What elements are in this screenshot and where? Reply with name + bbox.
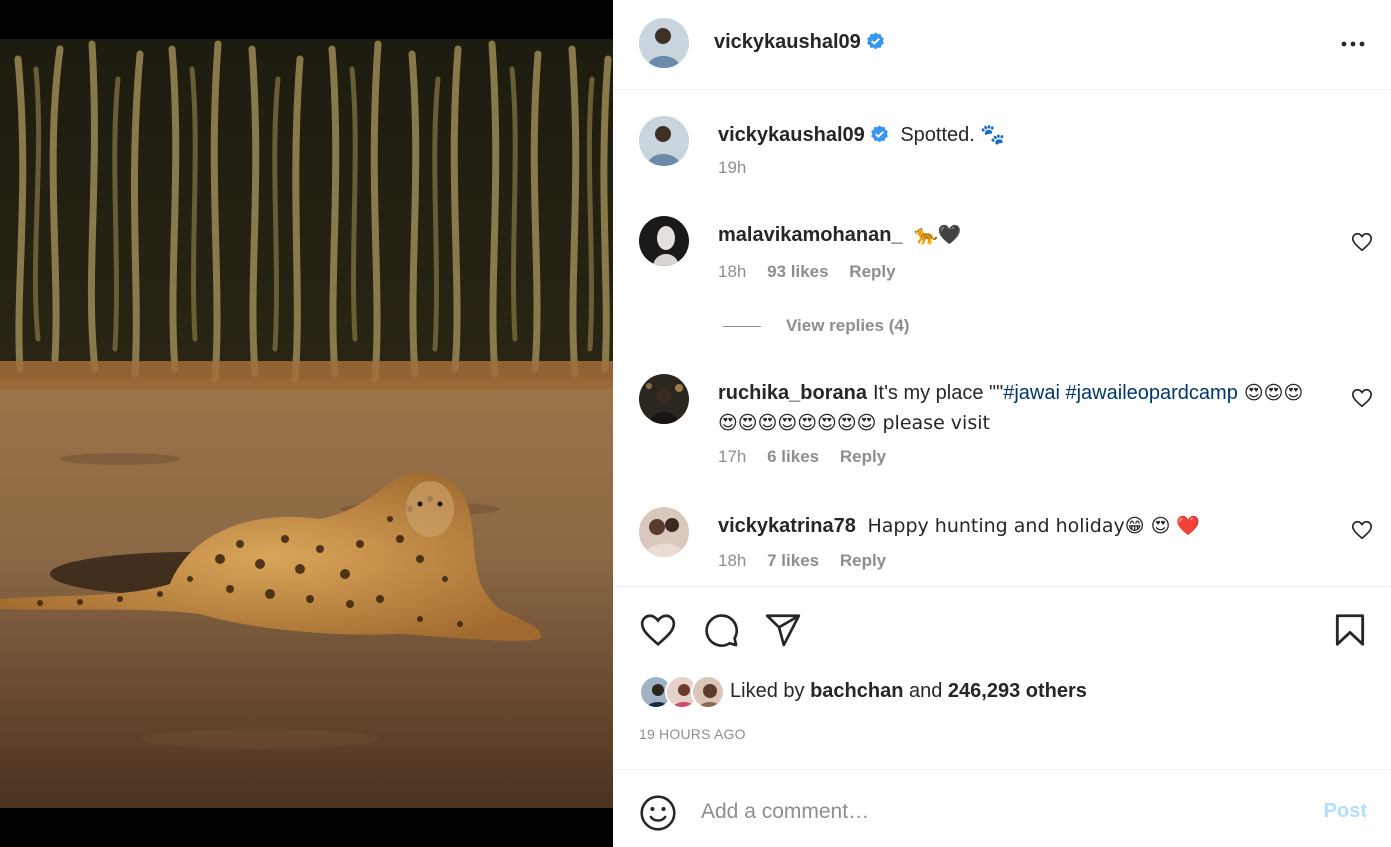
post-actions: Liked by bachchan and 246,293 others 19 … [613, 586, 1391, 769]
likes-count[interactable]: 246,293 others [948, 680, 1087, 702]
comment-meta: 18h 93 likes Reply [718, 262, 912, 282]
liker-avatar[interactable] [691, 675, 725, 709]
more-options-icon[interactable] [1339, 30, 1367, 58]
liked-by-text: Liked by bachchan and 246,293 others [730, 680, 1087, 702]
verified-badge-icon [866, 32, 884, 50]
leopard-photo-art [0, 39, 613, 808]
comment-heart-icon[interactable] [1351, 231, 1373, 253]
commenter-avatar[interactable] [639, 374, 689, 424]
verified-badge-icon [870, 125, 888, 143]
hashtag-link[interactable]: #jawai #jawaileopardcamp [1003, 382, 1238, 404]
view-replies-divider [723, 326, 761, 328]
comment-likes[interactable]: 7 likes [767, 551, 819, 570]
author-avatar[interactable] [639, 116, 689, 166]
caption-time[interactable]: 19h [718, 158, 746, 177]
comments-list[interactable]: vickykaushal09 Spotted. 🐾 19h malavikamo… [613, 91, 1391, 586]
comment-text: malavikamohanan_ 🐆🖤 [718, 220, 1318, 250]
comment-meta: 17h 6 likes Reply [718, 447, 902, 467]
post-button[interactable]: Post [1324, 800, 1367, 823]
liked-by-row: Liked by bachchan and 246,293 others [639, 675, 1339, 709]
reply-button[interactable]: Reply [849, 262, 895, 281]
comment-body: 🐆🖤 [914, 224, 962, 246]
reply-button[interactable]: Reply [840, 447, 886, 466]
comment-text: ruchika_borana It's my place ""#jawai #ja… [718, 378, 1318, 438]
post-media[interactable] [0, 0, 613, 847]
heart-icon[interactable] [639, 611, 677, 649]
commenter-username[interactable]: vickykatrina78 [718, 515, 856, 537]
caption-username[interactable]: vickykaushal09 [718, 124, 889, 146]
comment-likes[interactable]: 93 likes [767, 262, 828, 281]
author-avatar[interactable] [639, 18, 689, 68]
comment-text: vickykatrina78 Happy hunting and holiday… [718, 511, 1318, 541]
commenter-username[interactable]: ruchika_borana [718, 382, 867, 404]
commenter-avatar[interactable] [639, 507, 689, 557]
comment-time[interactable]: 18h [718, 551, 746, 570]
comment-likes[interactable]: 6 likes [767, 447, 819, 466]
caption-text: vickykaushal09 Spotted. 🐾 [718, 120, 1318, 150]
liker-username[interactable]: bachchan [810, 680, 903, 702]
comment-icon[interactable] [702, 611, 740, 649]
commenter-username[interactable]: malavikamohanan_ [718, 224, 903, 246]
emoji-icon[interactable] [639, 794, 677, 832]
post-timestamp[interactable]: 19 HOURS AGO [639, 726, 746, 742]
author-username[interactable]: vickykaushal09 [714, 31, 885, 54]
caption-body: Spotted. 🐾 [900, 124, 1006, 146]
comment-heart-icon[interactable] [1351, 519, 1373, 541]
bookmark-icon[interactable] [1331, 611, 1369, 649]
add-comment-bar: Post [613, 769, 1391, 847]
post-header: vickykaushal09 [613, 0, 1391, 90]
view-replies-button[interactable]: View replies (4) [723, 316, 909, 336]
comment-meta: 18h 7 likes Reply [718, 551, 902, 571]
share-icon[interactable] [764, 611, 802, 649]
reply-button[interactable]: Reply [840, 551, 886, 570]
comment-time[interactable]: 18h [718, 262, 746, 281]
caption-meta: 19h [718, 158, 762, 178]
post-details-panel: vickykaushal09 vickykaushal09 Spotted. 🐾… [613, 0, 1391, 847]
comment-input[interactable] [701, 790, 1291, 834]
comment-body: Happy hunting and holiday😁 😍 ❤️ [867, 515, 1201, 537]
comment-body-start: It's my place "" [872, 382, 1004, 404]
leopard-photo[interactable] [0, 39, 613, 808]
commenter-avatar[interactable] [639, 216, 689, 266]
comment-time[interactable]: 17h [718, 447, 746, 466]
comment-heart-icon[interactable] [1351, 387, 1373, 409]
